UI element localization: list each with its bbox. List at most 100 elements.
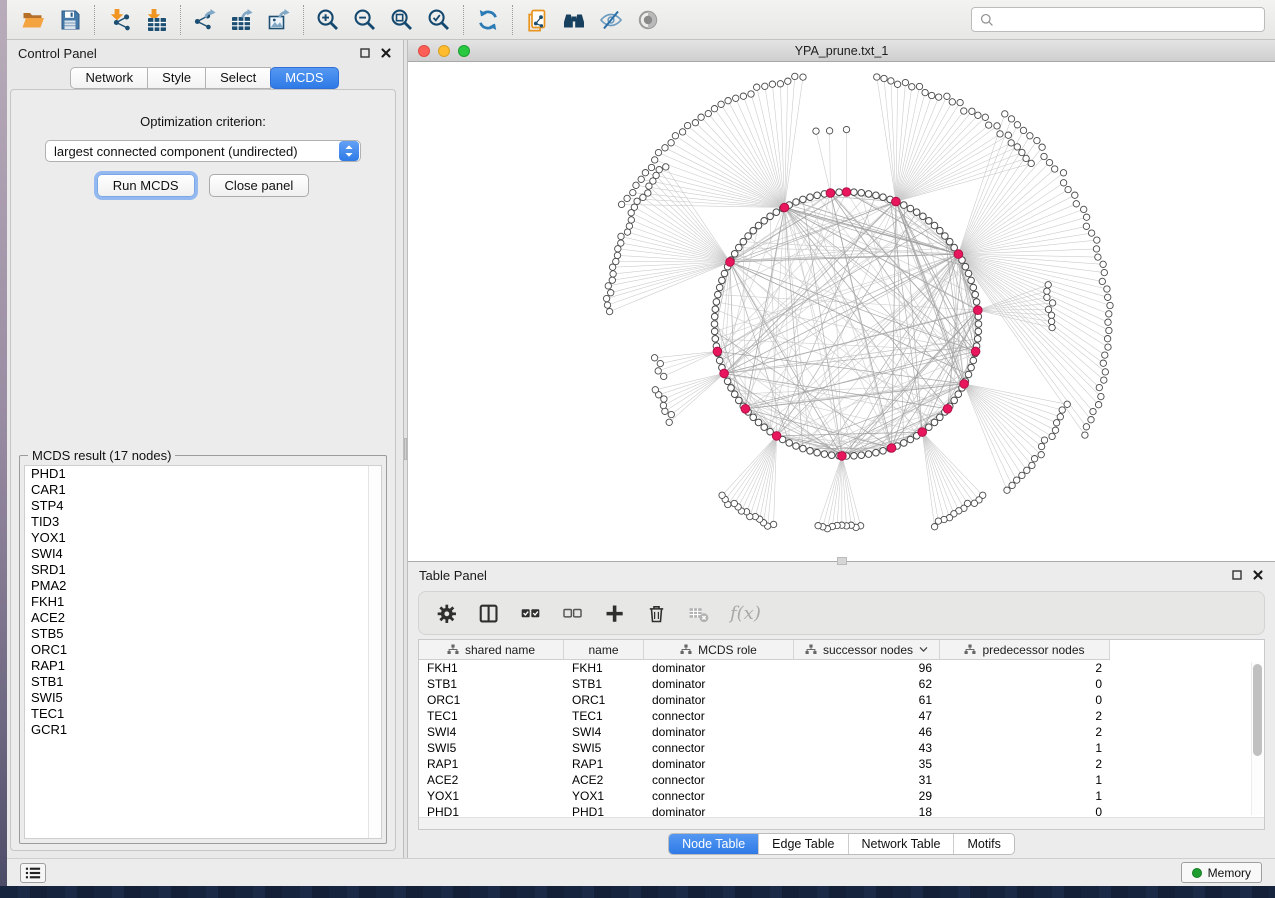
mcds-result-node[interactable]: PHD1	[25, 466, 381, 482]
scrollbar-thumb[interactable]	[1253, 664, 1262, 756]
column-visibility-button[interactable]	[478, 601, 499, 625]
mcds-result-node[interactable]: ACE2	[25, 610, 381, 626]
column-header-successor-nodes[interactable]: successor nodes	[794, 640, 940, 660]
network-titlebar[interactable]: YPA_prune.txt_1	[408, 40, 1275, 62]
mcds-result-node[interactable]: ORC1	[25, 642, 381, 658]
tab-mcds[interactable]: MCDS	[270, 67, 338, 89]
export-image-button[interactable]	[266, 7, 292, 33]
export-network-button[interactable]	[192, 7, 218, 33]
table-row[interactable]: TEC1TEC1connector472	[419, 708, 1264, 724]
tab-network-table[interactable]: Network Table	[848, 834, 954, 854]
table-row[interactable]: SWI5SWI5connector431	[419, 740, 1264, 756]
mcds-result-node[interactable]: FKH1	[25, 594, 381, 610]
tab-motifs[interactable]: Motifs	[953, 834, 1013, 854]
tab-node-table[interactable]: Node Table	[669, 834, 758, 854]
tab-network[interactable]: Network	[70, 67, 148, 89]
column-header-predecessor-nodes[interactable]: predecessor nodes	[940, 640, 1110, 660]
refresh-layout-button[interactable]	[475, 7, 501, 33]
tab-style[interactable]: Style	[147, 67, 206, 89]
hub-node-SWI5[interactable]	[772, 432, 781, 441]
zoom-fit-button[interactable]	[389, 7, 415, 33]
hub-node-PMA2[interactable]	[943, 405, 952, 414]
hub-node-RAP1[interactable]	[960, 380, 969, 389]
hub-node-ORC1[interactable]	[726, 258, 735, 267]
mcds-result-list[interactable]: PHD1CAR1STP4TID3YOX1SWI4SRD1PMA2FKH1ACE2…	[24, 465, 382, 839]
float-panel-button[interactable]	[359, 47, 371, 59]
close-table-panel-button[interactable]	[1252, 569, 1264, 581]
mcds-result-node[interactable]: STB5	[25, 626, 381, 642]
hub-node-ACE2[interactable]	[720, 369, 729, 378]
table-row[interactable]: ACE2ACE2connector311	[419, 772, 1264, 788]
show-all-button[interactable]	[635, 7, 661, 33]
table-row[interactable]: STB1STB1dominator620	[419, 676, 1264, 692]
mcds-result-node[interactable]: SWI5	[25, 690, 381, 706]
zoom-in-button[interactable]	[315, 7, 341, 33]
search-box[interactable]	[971, 7, 1265, 32]
hub-node-YOX1[interactable]	[974, 306, 983, 315]
hub-node-SRD1[interactable]	[971, 347, 980, 356]
delete-table-button[interactable]	[688, 601, 709, 625]
import-table-button[interactable]	[143, 7, 169, 33]
table-row[interactable]: YOX1YOX1connector291	[419, 788, 1264, 804]
close-panel-button[interactable]	[380, 47, 392, 59]
table-row[interactable]: SWI4SWI4dominator462	[419, 724, 1264, 740]
zoom-out-button[interactable]	[352, 7, 378, 33]
mcds-result-node[interactable]: RAP1	[25, 658, 381, 674]
table-row[interactable]: ORC1ORC1dominator610	[419, 692, 1264, 708]
hub-node-STP4[interactable]	[842, 188, 851, 197]
search-input[interactable]	[1000, 12, 1257, 27]
import-network-button[interactable]	[106, 7, 132, 33]
table-horizontal-scrollbar[interactable]	[419, 817, 1264, 829]
network-canvas[interactable]	[408, 62, 1275, 561]
tab-edge-table[interactable]: Edge Table	[758, 834, 847, 854]
hub-node-TID3[interactable]	[918, 428, 927, 437]
mcds-result-node[interactable]: SWI4	[25, 546, 381, 562]
mcds-result-node[interactable]: STP4	[25, 498, 381, 514]
hub-node-STB5[interactable]	[887, 444, 896, 453]
splitter-handle[interactable]	[404, 438, 407, 460]
save-session-button[interactable]	[57, 7, 83, 33]
run-mcds-button[interactable]: Run MCDS	[97, 174, 195, 197]
result-list-scrollbar[interactable]	[368, 466, 381, 838]
hub-node-GCR1[interactable]	[741, 405, 750, 414]
hub-node-TEC1[interactable]	[838, 452, 847, 461]
hub-node-STB1[interactable]	[780, 203, 789, 212]
column-header-name[interactable]: name	[564, 640, 644, 660]
settings-button[interactable]	[436, 601, 457, 625]
mcds-result-node[interactable]: STB1	[25, 674, 381, 690]
float-table-panel-button[interactable]	[1231, 569, 1243, 581]
delete-row-button[interactable]	[646, 601, 667, 625]
node-table[interactable]: shared namenameMCDS rolesuccessor nodesp…	[418, 639, 1265, 830]
export-table-button[interactable]	[229, 7, 255, 33]
column-header-shared-name[interactable]: shared name	[419, 640, 564, 660]
open-network-file-button[interactable]	[524, 7, 550, 33]
mcds-result-node[interactable]: SRD1	[25, 562, 381, 578]
hub-node-CAR1[interactable]	[826, 189, 835, 198]
select-all-button[interactable]	[520, 601, 541, 625]
function-builder-icon[interactable]: f(x)	[730, 603, 761, 624]
tab-select[interactable]: Select	[205, 67, 271, 89]
table-row[interactable]: RAP1RAP1dominator352	[419, 756, 1264, 772]
memory-button[interactable]: Memory	[1181, 862, 1262, 883]
criterion-select[interactable]: largest connected component (undirected)	[45, 140, 361, 162]
zoom-selected-button[interactable]	[426, 7, 452, 33]
task-history-button[interactable]	[20, 863, 46, 883]
open-session-button[interactable]	[20, 7, 46, 33]
mcds-result-node[interactable]: TID3	[25, 514, 381, 530]
search-neighbors-button[interactable]	[561, 7, 587, 33]
close-panel-action-button[interactable]: Close panel	[209, 174, 310, 197]
hub-node-PHD1[interactable]	[713, 347, 722, 356]
network-graph[interactable]	[408, 62, 1275, 561]
deselect-all-button[interactable]	[562, 601, 583, 625]
hub-node-SWI4[interactable]	[892, 197, 901, 206]
mcds-result-node[interactable]: PMA2	[25, 578, 381, 594]
mcds-result-node[interactable]: GCR1	[25, 722, 381, 738]
horizontal-splitter-handle[interactable]	[837, 557, 847, 565]
hide-selected-button[interactable]	[598, 7, 624, 33]
table-row[interactable]: FKH1FKH1dominator962	[419, 660, 1264, 676]
mcds-result-node[interactable]: CAR1	[25, 482, 381, 498]
hub-node-FKH1[interactable]	[954, 250, 963, 259]
mcds-result-node[interactable]: YOX1	[25, 530, 381, 546]
mcds-result-node[interactable]: TEC1	[25, 706, 381, 722]
column-header-MCDS-role[interactable]: MCDS role	[644, 640, 794, 660]
